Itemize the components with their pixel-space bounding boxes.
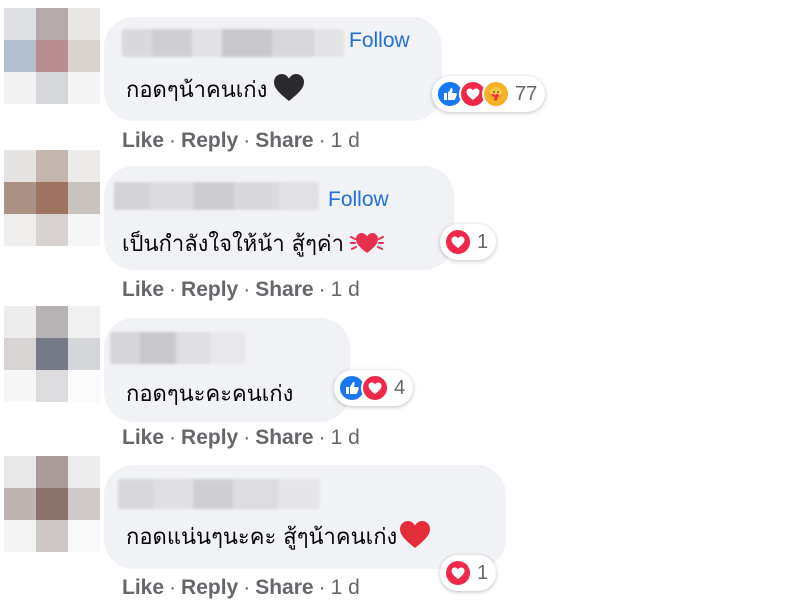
avatar[interactable]	[4, 456, 100, 552]
reaction-count: 77	[515, 82, 538, 105]
separator: ·	[243, 426, 251, 449]
separator: ·	[318, 129, 326, 152]
reaction-count: 1	[477, 561, 489, 584]
love-reaction-icon	[444, 559, 472, 587]
follow-button[interactable]: Follow	[328, 188, 389, 212]
black-heart-icon	[273, 74, 305, 108]
comment-bubble: กอดๆนะคะคนเก่ง	[104, 318, 350, 422]
comment-actions: Like · Reply · Share · 1 d	[122, 426, 360, 450]
red-heart-icon	[399, 521, 431, 555]
comment-actions: Like · Reply · Share · 1 d	[122, 278, 360, 302]
reactions-summary[interactable]: 1	[440, 555, 497, 591]
timestamp[interactable]: 1 d	[331, 129, 360, 152]
separator: ·	[169, 129, 177, 152]
reactions-summary[interactable]: 4	[334, 370, 414, 406]
like-button[interactable]: Like	[122, 576, 164, 599]
comment-actions: Like · Reply · Share · 1 d	[122, 576, 360, 600]
comment-actions: Like · Reply · Share · 1 d	[122, 129, 360, 153]
comment-text-body: กอดๆนะคะคนเก่ง	[126, 382, 294, 407]
author-name-blurred[interactable]	[122, 29, 344, 57]
separator: ·	[318, 278, 326, 301]
timestamp[interactable]: 1 d	[331, 426, 360, 449]
avatar[interactable]	[4, 8, 100, 104]
separator: ·	[243, 129, 251, 152]
reaction-count: 4	[394, 376, 406, 399]
comment-bubble: Follow กอดๆน้าคนเก่ง	[104, 17, 442, 121]
comment-text-body: กอดๆน้าคนเก่ง	[126, 78, 268, 103]
like-button[interactable]: Like	[122, 426, 164, 449]
avatar[interactable]	[4, 150, 100, 246]
separator: ·	[318, 426, 326, 449]
reply-button[interactable]: Reply	[181, 576, 238, 599]
like-button[interactable]: Like	[122, 129, 164, 152]
reply-button[interactable]: Reply	[181, 426, 238, 449]
share-button[interactable]: Share	[255, 129, 313, 152]
reactions-summary[interactable]: 1	[440, 224, 497, 260]
like-button[interactable]: Like	[122, 278, 164, 301]
author-name-blurred[interactable]	[118, 479, 320, 509]
separator: ·	[169, 426, 177, 449]
share-button[interactable]: Share	[255, 576, 313, 599]
love-reaction-icon	[444, 228, 472, 256]
timestamp[interactable]: 1 d	[331, 278, 360, 301]
beating-heart-icon	[350, 227, 384, 263]
comment-text-body: เป็นกำลังใจให้น้า สู้ๆค่า	[122, 232, 344, 257]
author-name-blurred[interactable]	[114, 182, 319, 210]
love-reaction-icon	[361, 374, 389, 402]
separator: ·	[318, 576, 326, 599]
comment-text-body: กอดแน่นๆนะคะ สู้ๆน้าคนเก่ง	[126, 525, 398, 550]
reply-button[interactable]: Reply	[181, 129, 238, 152]
reply-button[interactable]: Reply	[181, 278, 238, 301]
comment-bubble: Follow เป็นกำลังใจให้น้า สู้ๆค่า	[104, 166, 454, 270]
avatar[interactable]	[4, 306, 100, 402]
comment-text: เป็นกำลังใจให้น้า สู้ๆค่า	[122, 226, 384, 263]
separator: ·	[169, 278, 177, 301]
separator: ·	[243, 576, 251, 599]
care-reaction-icon	[482, 80, 510, 108]
separator: ·	[243, 278, 251, 301]
comment-bubble: กอดแน่นๆนะคะ สู้ๆน้าคนเก่ง	[104, 465, 506, 569]
comment-text: กอดๆนะคะคนเก่ง	[126, 376, 293, 411]
author-name-blurred[interactable]	[110, 332, 246, 364]
comment-text: กอดแน่นๆนะคะ สู้ๆน้าคนเก่ง	[126, 519, 431, 555]
follow-button[interactable]: Follow	[349, 29, 410, 53]
reaction-count: 1	[477, 230, 489, 253]
separator: ·	[169, 576, 177, 599]
timestamp[interactable]: 1 d	[331, 576, 360, 599]
comment-text: กอดๆน้าคนเก่ง	[126, 72, 305, 108]
share-button[interactable]: Share	[255, 278, 313, 301]
share-button[interactable]: Share	[255, 426, 313, 449]
reactions-summary[interactable]: 77	[432, 76, 546, 112]
